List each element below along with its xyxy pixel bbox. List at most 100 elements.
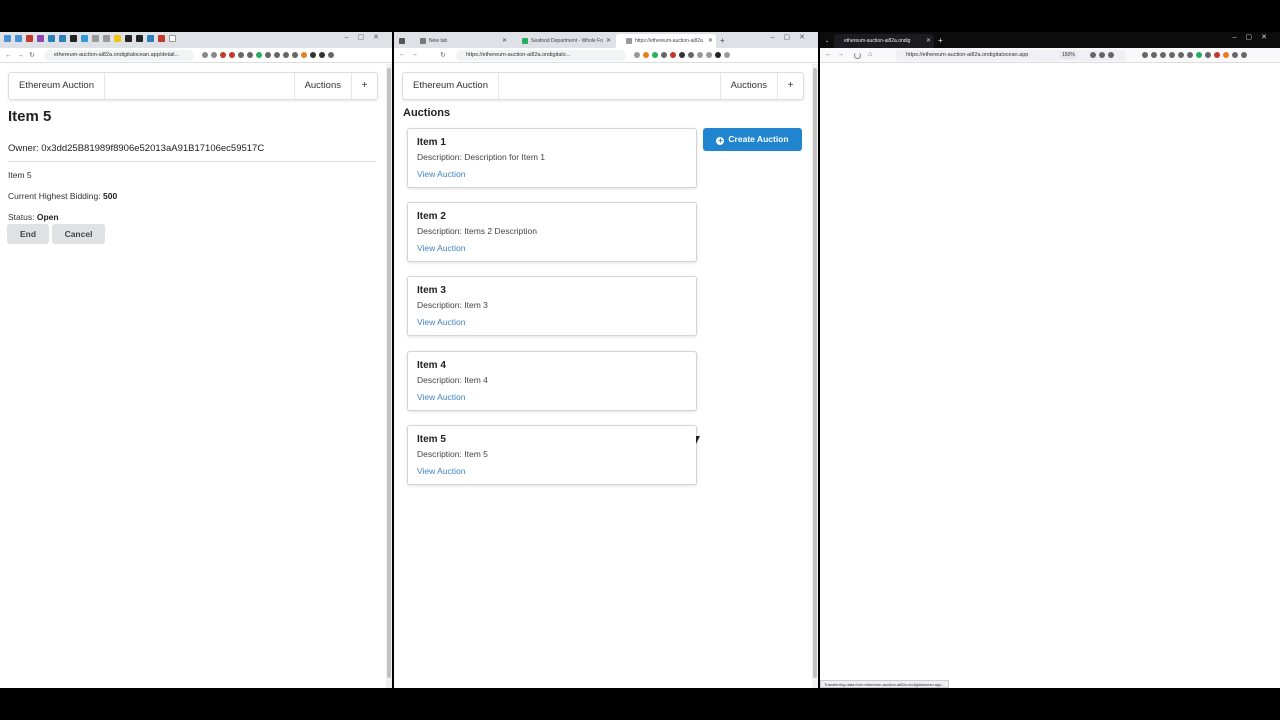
window-controls[interactable]: –▢✕ xyxy=(1233,33,1276,41)
highest-bid-line: Current Highest Bidding: 500 xyxy=(8,191,117,201)
top-menu: Ethereum Auction Auctions + xyxy=(402,72,804,100)
card-description: Description: Item 5 xyxy=(417,449,488,459)
bid-value: 500 xyxy=(102,191,118,201)
view-auction-link[interactable]: View Auction xyxy=(417,317,466,327)
nav-add-button[interactable]: + xyxy=(777,73,803,99)
nav-buttons[interactable]: ←→ xyxy=(825,51,849,58)
bid-label: Current Highest Bidding: xyxy=(8,191,101,201)
view-auction-link[interactable]: View Auction xyxy=(417,392,466,402)
auction-card: Item 5 Description: Item 5 View Auction xyxy=(407,425,697,485)
browser-window-loading: ⌄ ethereum-auction-ai82a.ondig ✕ + –▢✕ ←→… xyxy=(820,32,1280,688)
auction-card: Item 3 Description: Item 3 View Auction xyxy=(407,276,697,336)
end-button[interactable]: End xyxy=(7,224,49,244)
new-tab-button[interactable]: + xyxy=(934,34,948,48)
auction-card: Item 1 Description: Description for Item… xyxy=(407,128,697,188)
owner-label: Owner: xyxy=(8,143,39,154)
tab-label: New tab xyxy=(429,38,448,44)
nav-auctions[interactable]: Auctions xyxy=(293,73,351,99)
extension-icons[interactable] xyxy=(1142,52,1247,58)
auction-card: Item 2 Description: Items 2 Description … xyxy=(407,202,697,262)
brand-link[interactable]: Ethereum Auction xyxy=(9,73,105,99)
close-tab-icon[interactable]: ✕ xyxy=(606,34,611,48)
leaf-icon xyxy=(522,37,528,44)
loading-spinner-icon[interactable] xyxy=(854,52,861,59)
close-tab-icon[interactable]: ✕ xyxy=(708,34,713,48)
tab-loading[interactable]: ethereum-auction-ai82a.ondig ✕ xyxy=(834,34,934,48)
cancel-button[interactable]: Cancel xyxy=(52,224,105,244)
tab-strip: –▢✕ xyxy=(0,32,392,48)
view-auction-link[interactable]: View Auction xyxy=(417,466,466,476)
browser-window-auctions: New tab ✕ Seafood Department - Whole Fo ✕ … xyxy=(394,32,818,688)
status-value: Open xyxy=(36,212,59,222)
nav-buttons[interactable]: ←→ xyxy=(399,51,423,58)
scroll-thumb[interactable] xyxy=(387,68,391,678)
page-icon xyxy=(399,37,405,44)
auction-card: Item 4 Description: Item 4 View Auction xyxy=(407,351,697,411)
view-auction-link[interactable]: View Auction xyxy=(417,169,466,179)
tab-strip: New tab ✕ Seafood Department - Whole Fo ✕ … xyxy=(394,32,818,48)
nav-buttons[interactable]: ←→↻ xyxy=(5,51,40,59)
card-title: Item 5 xyxy=(417,434,446,445)
tab-label: Seafood Department - Whole Fo xyxy=(531,38,603,44)
owner-address: 0x3dd25B81989f8906e52013aA91B17106ec5951… xyxy=(41,143,265,154)
top-menu: Ethereum Auction Auctions + xyxy=(8,72,378,100)
window-controls[interactable]: –▢✕ xyxy=(771,33,814,41)
tab-label: https://ethereum-auction-ai82a xyxy=(635,38,703,44)
pinned-tabs[interactable] xyxy=(4,35,176,42)
window-controls[interactable]: –▢✕ xyxy=(345,33,388,41)
browser-window-detail: –▢✕ ←→↻ ethereum-auction-ai82a.ondigital… xyxy=(0,32,392,688)
view-auction-link[interactable]: View Auction xyxy=(417,243,466,253)
status-line: Status: Open xyxy=(8,212,59,222)
tab-new-tab[interactable]: New tab ✕ xyxy=(410,34,510,48)
status-label: Status: xyxy=(8,212,35,222)
reload-icon[interactable]: ↻ xyxy=(440,51,451,59)
close-tab-icon[interactable]: ✕ xyxy=(502,34,507,48)
mouse-cursor xyxy=(696,436,700,444)
scroll-thumb[interactable] xyxy=(813,68,817,678)
card-title: Item 1 xyxy=(417,137,446,148)
card-title: Item 4 xyxy=(417,360,446,371)
owner-line: Owner: 0x3dd25B81989f8906e52013aA91B1710… xyxy=(8,143,264,154)
extension-icons[interactable] xyxy=(634,52,730,58)
page-action-icons[interactable] xyxy=(1090,52,1114,58)
chevron-down-icon: ⌄ xyxy=(825,38,830,44)
nav-add-button[interactable]: + xyxy=(351,73,377,99)
home-icon[interactable]: ⌂ xyxy=(868,51,877,58)
address-bar[interactable]: ethereum-auction-ai82a.ondigitalocean.ap… xyxy=(44,50,194,61)
status-bar: Transferring data from ethereum-auction-… xyxy=(820,680,949,688)
url-text: https://ethereum-auction-ai82a.ondigital… xyxy=(466,52,571,58)
zoom-level[interactable]: 150% xyxy=(1060,51,1077,59)
item-name: Item 5 xyxy=(8,170,32,180)
scrollbar[interactable] xyxy=(812,64,818,688)
url-text: https://ethereum-auction-ai82a.ondigital… xyxy=(906,52,1029,58)
brand-link[interactable]: Ethereum Auction xyxy=(403,73,499,99)
tab-strip: ⌄ ethereum-auction-ai82a.ondig ✕ + –▢✕ xyxy=(820,32,1280,48)
card-title: Item 2 xyxy=(417,211,446,222)
browser-toolbar: ←→ ⌂ https://ethereum-auction-ai82a.ondi… xyxy=(820,48,1280,63)
url-text: ethereum-auction-ai82a.ondigitalocean.ap… xyxy=(54,52,180,58)
page-icon xyxy=(420,37,426,44)
page-title: Item 5 xyxy=(8,108,52,125)
pinned-tab[interactable] xyxy=(396,34,408,48)
tab-seafood[interactable]: Seafood Department - Whole Fo ✕ xyxy=(512,34,614,48)
tab-auction[interactable]: https://ethereum-auction-ai82a ✕ xyxy=(616,34,716,48)
card-description: Description: Item 3 xyxy=(417,300,488,310)
browser-toolbar: ←→↻ ethereum-auction-ai82a.ondigitalocea… xyxy=(0,48,392,63)
browser-toolbar: ←→ ↻ https://ethereum-auction-ai82a.ondi… xyxy=(394,48,818,63)
scrollbar[interactable] xyxy=(386,64,392,688)
create-auction-button[interactable]: + Create Auction xyxy=(703,128,802,151)
nav-auctions[interactable]: Auctions xyxy=(719,73,777,99)
card-title: Item 3 xyxy=(417,285,446,296)
new-tab-button[interactable]: + xyxy=(716,34,730,48)
extension-icons[interactable] xyxy=(202,52,334,58)
page-icon xyxy=(626,37,632,44)
close-tab-icon[interactable]: ✕ xyxy=(926,34,931,48)
plus-circle-icon: + xyxy=(716,136,725,145)
divider xyxy=(8,161,376,162)
page-title: Auctions xyxy=(403,107,451,119)
desktop: –▢✕ ←→↻ ethereum-auction-ai82a.ondigital… xyxy=(0,0,1280,720)
address-bar[interactable]: https://ethereum-auction-ai82a.ondigital… xyxy=(456,50,626,61)
card-description: Description: Items 2 Description xyxy=(417,226,537,236)
tab-list-button[interactable]: ⌄ xyxy=(822,34,832,48)
card-description: Description: Description for Item 1 xyxy=(417,152,546,162)
